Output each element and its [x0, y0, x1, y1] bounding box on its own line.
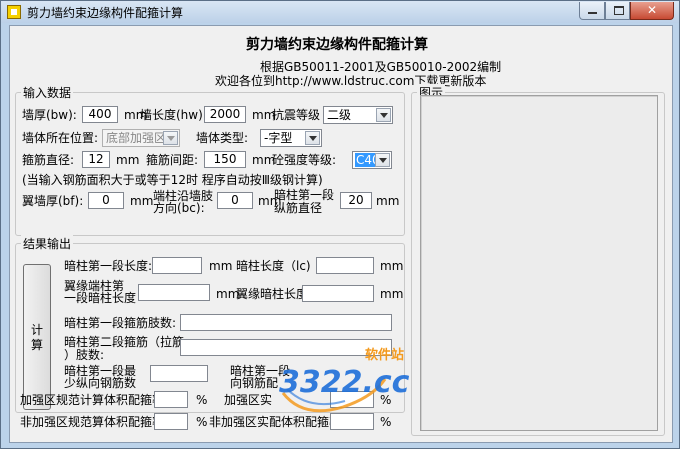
wall-thickness-input[interactable]: 400	[82, 106, 118, 123]
wall-position-label: 墙体所在位置:	[22, 131, 99, 145]
window-title: 剪力墙约束边缘构件配箍计算	[27, 6, 184, 20]
first-segment-min-rebar-output[interactable]	[150, 365, 208, 382]
hidden-col-bar-dia-unit: mm	[376, 194, 400, 208]
stirrup-spacing-label: 箍筋间距:	[146, 153, 199, 167]
result-group-label: 结果输出	[21, 235, 74, 252]
wall-position-select[interactable]: 底部加强区	[102, 129, 180, 147]
title-bar[interactable]: 剪力墙约束边缘构件配箍计算 ✕	[1, 1, 679, 23]
second-segment-legs-label: 暗柱第二段箍筋（拉筋 ）肢数:	[64, 335, 185, 362]
wall-type-value: -字型	[264, 131, 293, 145]
reinforced-actual-ratio-label: 加强区实	[224, 393, 273, 407]
flange-hidden-column-length-label: 翼缘暗柱长度	[236, 287, 309, 301]
watermark-site-label: 软件站	[365, 348, 405, 363]
rebar-note: (当输入钢筋面积大于或等于12时 程序自动按Ⅲ级钢计算)	[22, 173, 323, 187]
first-segment-legs-label: 暗柱第一段箍筋肢数:	[64, 316, 177, 330]
concrete-grade-select[interactable]: C40	[352, 151, 392, 169]
close-icon: ✕	[646, 3, 658, 17]
flange-thickness-label: 翼墙厚(bf):	[22, 194, 84, 208]
app-icon[interactable]	[7, 5, 21, 19]
watermark-text: 3322.cc	[279, 365, 410, 400]
nonreinforced-standard-ratio-output[interactable]	[154, 413, 188, 430]
flange-hidden-column-length-unit: mm	[380, 287, 404, 301]
seismic-grade-label: 抗震等级	[272, 108, 321, 122]
flange-end-first-length-output[interactable]	[138, 284, 210, 301]
wall-thickness-label: 墙厚(bw):	[22, 108, 77, 122]
chevron-down-icon[interactable]	[163, 131, 178, 145]
flange-hidden-column-length-output[interactable]	[302, 285, 374, 302]
column-length-output[interactable]	[316, 257, 374, 274]
first-segment-length-unit: mm	[209, 259, 233, 273]
welcome-text: 欢迎各位到http://www.ldstruc.com下载更新版本	[215, 74, 487, 88]
wall-length-label: 墙长度(hw):	[140, 108, 207, 122]
reinforced-standard-ratio-label: 加强区规范计算体积配箍率	[20, 393, 165, 407]
minimize-button[interactable]	[579, 2, 605, 20]
concrete-grade-label: 砼强度等级:	[272, 153, 337, 167]
column-length-unit: mm	[380, 259, 404, 273]
calculate-button-label: 计 算	[30, 323, 43, 352]
seismic-grade-value: 二级	[327, 108, 352, 122]
first-segment-length-output[interactable]	[152, 257, 202, 274]
page-title: 剪力墙约束边缘构件配箍计算	[246, 37, 428, 53]
stirrup-spacing-input[interactable]: 150	[204, 151, 246, 168]
nonreinforced-standard-ratio-unit: %	[196, 415, 208, 429]
app-window: 剪力墙约束边缘构件配箍计算 ✕ 剪力墙约束边缘构件配箍计算 根据GB50011-…	[0, 0, 680, 449]
wall-type-label: 墙体类型:	[196, 131, 249, 145]
hidden-col-bar-dia-input[interactable]: 20	[340, 192, 372, 209]
first-segment-legs-output[interactable]	[180, 314, 392, 331]
stirrup-diameter-input[interactable]: 12	[82, 151, 110, 168]
reinforced-standard-ratio-unit: %	[196, 393, 208, 407]
close-button[interactable]: ✕	[630, 2, 674, 20]
watermark-logo: 3322.cc 软件站	[273, 349, 413, 419]
maximize-button[interactable]	[605, 2, 630, 20]
flange-thickness-input[interactable]: 0	[88, 192, 124, 209]
nonreinforced-standard-ratio-label: 非加强区规范算体积配箍率	[20, 415, 165, 429]
drawing-canvas	[420, 95, 658, 431]
flange-end-first-length-label: 翼缘端柱第 一段暗柱长度	[64, 279, 137, 305]
stirrup-diameter-unit: mm	[116, 153, 140, 167]
wall-length-input[interactable]: 2000	[204, 106, 246, 123]
end-column-length-label: 端柱沿墙肢 方向(bc):	[153, 189, 214, 215]
calculate-button[interactable]: 计 算	[23, 264, 51, 410]
basis-text: 根据GB50011-2001及GB50010-2002编制	[260, 60, 502, 74]
flange-thickness-unit: mm	[130, 194, 154, 208]
wall-position-value: 底部加强区	[106, 131, 167, 145]
wall-type-select[interactable]: -字型	[260, 129, 322, 147]
reinforced-standard-ratio-output[interactable]	[154, 391, 188, 408]
end-column-length-input[interactable]: 0	[217, 192, 253, 209]
seismic-grade-select[interactable]: 二级	[323, 106, 393, 124]
chevron-down-icon[interactable]	[376, 108, 391, 122]
chevron-down-icon[interactable]	[375, 153, 390, 167]
first-segment-length-label: 暗柱第一段长度:	[64, 259, 153, 273]
hidden-col-bar-dia-label: 暗柱第一段 纵筋直径	[274, 188, 335, 215]
stirrup-diameter-label: 箍筋直径:	[22, 153, 75, 167]
input-group-label: 输入数据	[21, 84, 74, 101]
first-segment-min-rebar-label: 暗柱第一段最 少纵向钢筋数	[64, 364, 137, 390]
column-length-label: 暗柱长度（lc)	[236, 259, 311, 273]
chevron-down-icon[interactable]	[305, 131, 320, 145]
